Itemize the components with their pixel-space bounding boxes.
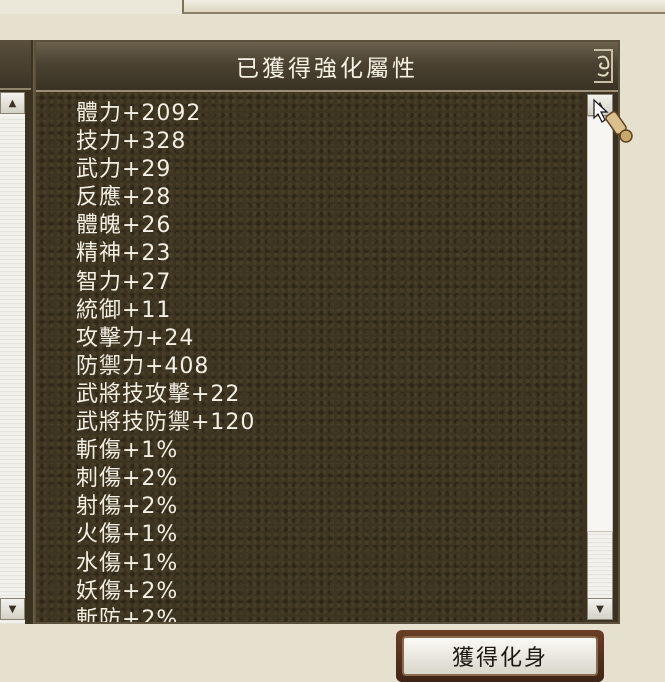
attribute-item: 火傷+1% xyxy=(76,522,179,548)
attribute-item: 水傷+1% xyxy=(76,550,179,576)
attribute-item: 防禦力+408 xyxy=(76,353,210,379)
triangle-up-icon: ▲ xyxy=(8,97,17,109)
mouse-pointer-icon xyxy=(593,98,633,143)
attribute-item: 精神+23 xyxy=(76,241,172,267)
scroll-thumb[interactable] xyxy=(587,116,613,532)
top-tab[interactable] xyxy=(182,0,665,14)
scroll-ornament-icon xyxy=(594,49,613,83)
left-panel: ▲ ▼ xyxy=(0,40,35,624)
attribute-item: 體力+2092 xyxy=(76,101,202,126)
panel-title: 已獲得強化屬性 xyxy=(236,56,418,82)
attribute-item: 反應+28 xyxy=(76,185,172,211)
attribute-item: 統御+11 xyxy=(76,297,172,323)
scrollbar[interactable]: ▲ ▼ xyxy=(582,92,618,622)
left-panel-header xyxy=(0,40,31,90)
attribute-item: 斬傷+1% xyxy=(76,438,179,464)
left-scroll-down-button[interactable]: ▼ xyxy=(0,598,25,620)
attribute-item: 攻擊力+24 xyxy=(76,325,195,351)
attribute-item: 武將技防禦+120 xyxy=(76,410,256,436)
panel-header: 已獲得強化屬性 xyxy=(36,42,618,92)
obtain-avatar-button[interactable]: 獲得化身 xyxy=(396,630,604,682)
top-strip xyxy=(0,0,665,14)
scroll-down-button[interactable]: ▼ xyxy=(587,598,613,620)
left-list xyxy=(0,92,25,624)
attribute-item: 武將技攻擊+22 xyxy=(76,381,241,407)
attribute-list: 體力+2092 技力+328 武力+29 反應+28 體魄+26 精神+23 智力+27 統御… xyxy=(76,100,255,622)
triangle-down-icon: ▼ xyxy=(596,603,604,615)
attributes-panel: 已獲得強化屬性 體力+2092 技力+328 武力+29 反應+28 體魄+26 精神+2… xyxy=(34,40,620,624)
attribute-item: 武力+29 xyxy=(76,157,172,183)
triangle-down-icon: ▼ xyxy=(8,603,17,615)
attribute-item: 射傷+2% xyxy=(76,494,179,520)
attribute-item: 智力+27 xyxy=(76,269,172,295)
attribute-item: 刺傷+2% xyxy=(76,466,179,492)
attribute-item: 技力+328 xyxy=(76,129,187,155)
attribute-item: 體魄+26 xyxy=(76,213,172,239)
attribute-list-area: 體力+2092 技力+328 武力+29 反應+28 體魄+26 精神+23 智力+27 統御… xyxy=(36,92,582,622)
attribute-item: 斬防+2% xyxy=(76,606,179,622)
left-scroll-up-button[interactable]: ▲ xyxy=(0,92,25,114)
obtain-avatar-label: 獲得化身 xyxy=(402,636,598,676)
attribute-item: 妖傷+2% xyxy=(76,578,179,604)
